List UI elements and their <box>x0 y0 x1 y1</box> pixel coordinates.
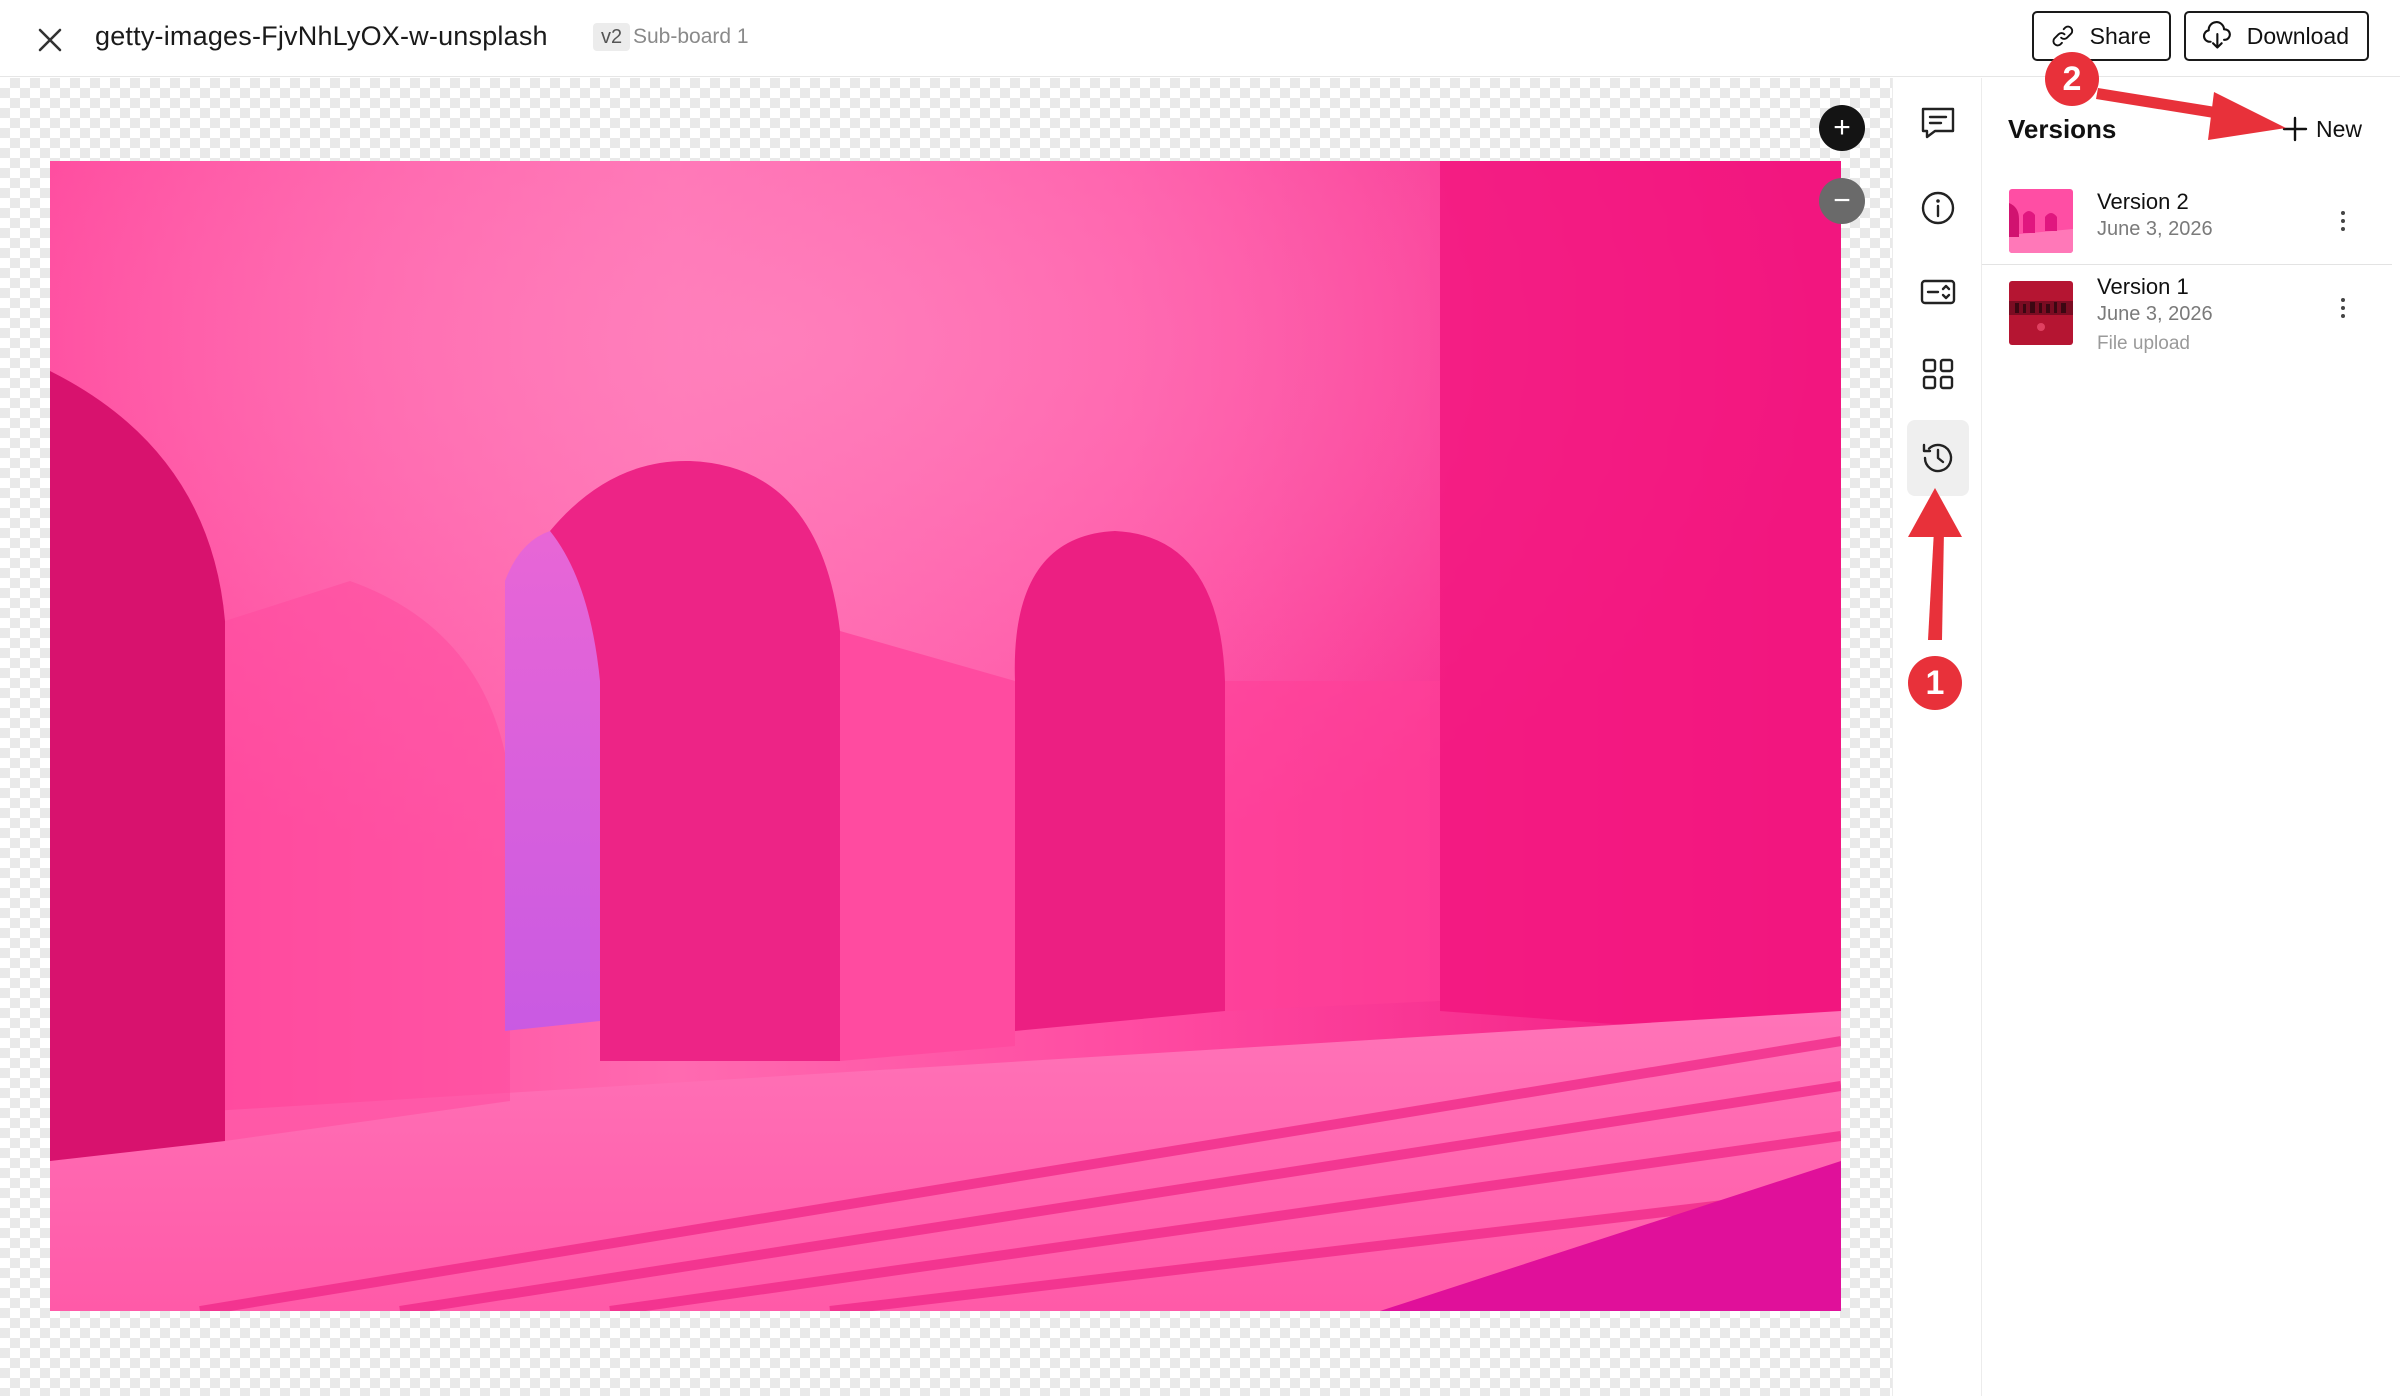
plus-icon <box>2282 116 2308 142</box>
version-thumbnail <box>2009 281 2073 345</box>
zoom-in-button[interactable]: + <box>1819 105 1865 151</box>
close-button[interactable] <box>30 20 70 60</box>
version-thumbnail <box>2009 189 2073 253</box>
artwork-image <box>50 161 1841 1311</box>
info-icon <box>1921 191 1955 225</box>
board-name[interactable]: Sub-board 1 <box>633 24 749 50</box>
version-note: File upload <box>2097 333 2190 354</box>
versions-panel: Versions New Version 2 June 3, 2026 Vers… <box>1982 78 2400 1396</box>
fields-button[interactable] <box>1907 254 1969 330</box>
history-icon <box>1922 443 1953 473</box>
grid-icon <box>1922 358 1954 390</box>
version-name: Version 1 <box>2097 274 2189 299</box>
canvas-area[interactable]: + − <box>0 78 1892 1396</box>
kebab-icon <box>2341 298 2345 302</box>
info-button[interactable] <box>1907 170 1969 246</box>
close-icon <box>38 28 62 52</box>
version-date: June 3, 2026 <box>2097 303 2213 325</box>
version-name: Version 2 <box>2097 189 2189 214</box>
file-title: getty-images-FjvNhLyOX-w-unsplash <box>95 21 548 51</box>
zoom-out-button[interactable]: − <box>1819 178 1865 224</box>
share-label: Share <box>2089 22 2151 49</box>
link-icon <box>2052 25 2074 47</box>
version-list-item[interactable]: Version 2 June 3, 2026 <box>1982 173 2392 265</box>
side-rail <box>1892 78 1982 1396</box>
share-button[interactable]: Share <box>2032 11 2171 61</box>
fields-icon <box>1920 279 1956 305</box>
version-history-button[interactable] <box>1907 420 1969 496</box>
kebab-icon <box>2341 211 2345 215</box>
comments-button[interactable] <box>1907 85 1969 161</box>
cloud-download-icon <box>2202 21 2231 49</box>
top-bar: getty-images-FjvNhLyOX-w-unsplash v2 Sub… <box>0 0 2400 77</box>
new-version-label: New <box>2316 115 2363 142</box>
new-version-button[interactable]: New <box>2282 111 2362 147</box>
version-menu-button[interactable] <box>2333 203 2353 239</box>
comment-icon <box>1921 107 1955 139</box>
version-date: June 3, 2026 <box>2097 218 2213 240</box>
grid-button[interactable] <box>1907 336 1969 412</box>
download-label: Download <box>2246 22 2349 49</box>
version-list-item[interactable]: Version 1 June 3, 2026 File upload <box>1982 266 2392 366</box>
version-menu-button[interactable] <box>2333 290 2353 326</box>
download-button[interactable]: Download <box>2184 11 2369 61</box>
version-badge: v2 <box>593 23 631 51</box>
panel-title: Versions <box>2008 114 2117 144</box>
